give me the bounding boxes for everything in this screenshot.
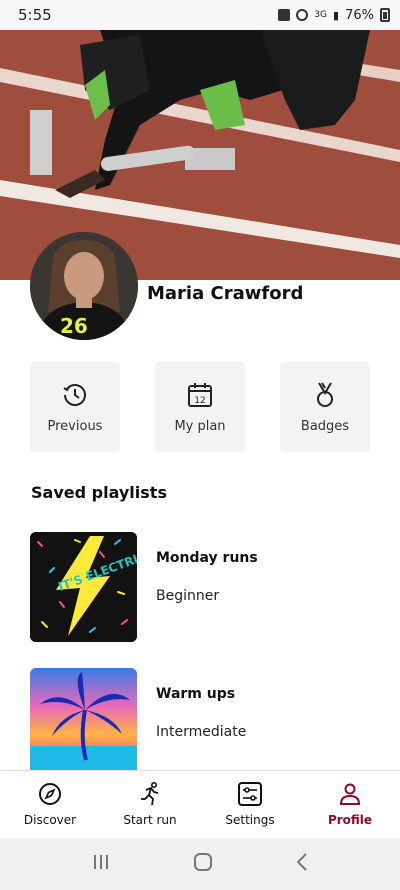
playlist-item[interactable]: Warm ups Intermediate <box>30 668 370 778</box>
previous-runs-button[interactable]: Previous <box>30 362 120 452</box>
playlist-info: Warm ups Intermediate <box>137 668 246 778</box>
compass-icon <box>39 783 61 805</box>
battery-icon <box>380 8 390 22</box>
bottom-navigation: Discover Start run Settings Profile <box>0 770 400 838</box>
back-icon[interactable] <box>295 852 309 876</box>
medal-icon <box>317 381 333 407</box>
status-time: 5:55 <box>18 6 52 24</box>
my-plan-label: My plan <box>174 418 226 434</box>
person-icon <box>339 783 361 805</box>
status-bar: 5:55 3G ▮ 76% <box>0 0 400 30</box>
calendar-icon: 12 <box>188 382 212 407</box>
playlist-level: Beginner <box>156 588 220 604</box>
jersey-number: 26 <box>60 314 88 338</box>
network-label: 3G <box>314 10 328 20</box>
recent-apps-icon[interactable] <box>91 853 111 875</box>
nav-start-run[interactable]: Start run <box>100 771 200 838</box>
home-icon[interactable] <box>193 852 213 876</box>
electric-cover-art: IT'S ELECTRIC <box>30 532 137 642</box>
badges-button[interactable]: Badges <box>280 362 370 452</box>
my-plan-button[interactable]: 12 My plan <box>155 362 245 452</box>
playlist-item[interactable]: IT'S ELECTRIC Monday runs Beginner <box>30 532 370 642</box>
hotspot-icon <box>296 9 309 21</box>
nav-discover-label: Discover <box>23 813 77 827</box>
sim-icon <box>278 9 291 21</box>
system-navigation-bar <box>0 838 400 890</box>
playlist-info: Monday runs Beginner <box>137 532 258 642</box>
calendar-day: 12 <box>194 396 205 406</box>
history-icon <box>63 383 86 406</box>
profile-avatar[interactable]: 26 <box>30 232 138 340</box>
quick-actions: Previous 12 My plan Badges <box>30 362 370 452</box>
playlist-name: Warm ups <box>156 686 236 702</box>
nav-discover[interactable]: Discover <box>0 771 100 838</box>
badges-label: Badges <box>300 418 350 434</box>
saved-playlists-heading: Saved playlists <box>31 483 167 502</box>
nav-settings-label: Settings <box>225 813 275 827</box>
avatar-photo: 26 <box>30 232 138 340</box>
runner-icon <box>141 781 159 806</box>
nav-profile-label: Profile <box>327 813 373 827</box>
playlist-level: Intermediate <box>156 724 247 740</box>
sliders-icon <box>238 782 262 806</box>
status-icons: 3G ▮ 76% <box>278 8 390 23</box>
playlist-cover: IT'S ELECTRIC <box>30 532 137 642</box>
profile-name: Maria Crawford <box>147 283 304 304</box>
palm-cover-art <box>30 668 137 778</box>
battery-label: 76% <box>345 7 374 23</box>
signal-icon: ▮ <box>333 8 340 22</box>
nav-start-run-label: Start run <box>123 813 177 827</box>
playlist-name: Monday runs <box>156 550 258 566</box>
playlist-cover <box>30 668 137 778</box>
nav-profile[interactable]: Profile <box>300 771 400 838</box>
nav-settings[interactable]: Settings <box>200 771 300 838</box>
previous-label: Previous <box>47 418 103 434</box>
